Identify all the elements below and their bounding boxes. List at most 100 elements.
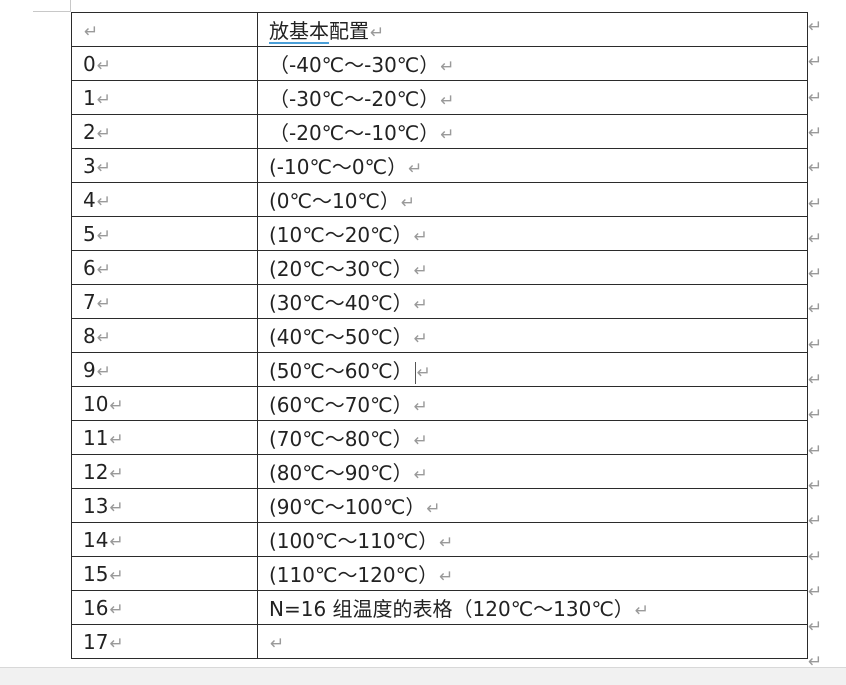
table-row: 15↵ (110℃～120℃）↵: [71, 556, 808, 591]
table-cell[interactable]: 8↵: [71, 318, 258, 353]
table-row: 5↵ (10℃～20℃）↵: [71, 216, 808, 251]
paragraph-mark-icon: ↵: [440, 57, 455, 77]
table-cell[interactable]: 10↵: [71, 386, 258, 421]
row-end-mark-icon: ↵: [808, 617, 823, 638]
paragraph-mark-icon: ↵: [96, 361, 111, 382]
row-index: 10: [83, 391, 109, 416]
row-end-mark-icon: ↵: [808, 122, 823, 143]
temperature-range: (110℃～120℃）: [269, 563, 439, 587]
table-cell[interactable]: 2↵: [71, 114, 258, 149]
table-cell[interactable]: 放基本配置↵: [257, 12, 808, 47]
row-end-mark-icon: ↵: [808, 475, 823, 496]
table-row: 17↵ ↵: [71, 624, 808, 659]
table-cell[interactable]: 14↵: [71, 522, 258, 557]
table-cell[interactable]: 1↵: [71, 80, 258, 115]
row-index: 11: [83, 425, 109, 450]
table-cell[interactable]: (110℃～120℃）↵: [257, 556, 808, 591]
paragraph-mark-icon: ↵: [400, 193, 416, 213]
paragraph-mark-icon: ↵: [84, 21, 99, 42]
header-title-rest: 配置: [329, 19, 369, 43]
temperature-range: (0℃～10℃）: [269, 189, 400, 213]
row-end-mark-icon: ↵: [808, 158, 823, 179]
table-cell[interactable]: (20℃～30℃）↵: [257, 250, 808, 285]
table-row: 6↵ (20℃～30℃）↵: [71, 250, 808, 285]
table-row: 10↵ (60℃～70℃）↵: [71, 386, 808, 421]
temperature-range: (80℃～90℃）: [269, 461, 413, 485]
table-cell[interactable]: ↵: [71, 12, 258, 47]
table-cell[interactable]: 12↵: [71, 454, 258, 489]
temperature-range: （-40℃～-30℃）: [269, 53, 440, 77]
paragraph-mark-icon: ↵: [413, 295, 428, 315]
row-index: 5: [83, 221, 96, 246]
temperature-range: (-10℃～0℃）: [269, 155, 408, 179]
table-cell[interactable]: (-10℃～0℃）↵: [257, 148, 808, 183]
row-index: 4: [83, 187, 96, 212]
table-cell[interactable]: (80℃～90℃）↵: [257, 454, 808, 489]
table-cell[interactable]: 0↵: [71, 46, 258, 81]
table-cell[interactable]: 3↵: [71, 148, 258, 183]
row-end-mark-icon: ↵: [808, 581, 823, 602]
table-cell[interactable]: (70℃～80℃）↵: [257, 420, 808, 455]
row-index: 16: [83, 595, 109, 620]
table-cell[interactable]: (90℃～100℃）↵: [257, 488, 808, 523]
document-page: ↵ 放基本配置↵ 0↵ （-40℃～-30℃）↵ 1↵ （-30℃～-20℃）↵ 2↵ （…: [0, 0, 846, 685]
temperature-table: ↵ 放基本配置↵ 0↵ （-40℃～-30℃）↵ 1↵ （-30℃～-20℃）↵ 2↵ （…: [71, 12, 808, 659]
table-row: 0↵ （-40℃～-30℃）↵: [71, 46, 808, 81]
table-cell[interactable]: 5↵: [71, 216, 258, 251]
table-cell[interactable]: （-20℃～-10℃）↵: [257, 114, 808, 149]
paragraph-mark-icon: ↵: [109, 531, 124, 552]
table-cell[interactable]: (60℃～70℃）↵: [257, 386, 808, 421]
row-end-mark-icon: ↵: [808, 440, 823, 461]
horizontal-scrollbar[interactable]: [0, 667, 846, 685]
table-cell[interactable]: (40℃～50℃）↵: [257, 318, 808, 353]
table-cell[interactable]: (0℃～10℃）↵: [257, 182, 808, 217]
row-index: 6: [83, 255, 96, 280]
table-row: 4↵ (0℃～10℃）↵: [71, 182, 808, 217]
table-cell[interactable]: 11↵: [71, 420, 258, 455]
paragraph-mark-icon: ↵: [96, 259, 111, 280]
table-cell[interactable]: 17↵: [71, 624, 258, 659]
row-end-mark-icon: ↵: [808, 511, 823, 532]
margin-corner-mark-vertical: [70, 0, 71, 12]
table-row: 11↵ (70℃～80℃）↵: [71, 420, 808, 455]
table-cell[interactable]: 13↵: [71, 488, 258, 523]
table-row: 9↵ (50℃～60℃） ↵: [71, 352, 808, 387]
paragraph-mark-icon: ↵: [109, 599, 124, 620]
margin-corner-mark: [33, 11, 71, 12]
table-cell[interactable]: (100℃～110℃）↵: [257, 522, 808, 557]
paragraph-mark-icon: ↵: [413, 227, 428, 247]
table-cell[interactable]: (30℃～40℃）↵: [257, 284, 808, 319]
table-cell[interactable]: (50℃～60℃） ↵: [257, 352, 808, 387]
table-cell[interactable]: 4↵: [71, 182, 258, 217]
temperature-range: (10℃～20℃）: [269, 223, 413, 247]
row-end-mark-icon: ↵: [808, 264, 823, 285]
paragraph-mark-icon: ↵: [109, 497, 124, 518]
table-cell[interactable]: 16↵: [71, 590, 258, 625]
row-end-mark-icon: ↵: [808, 17, 823, 37]
table-cell[interactable]: （-40℃～-30℃）↵: [257, 46, 808, 81]
row-end-mark-icon: ↵: [808, 405, 823, 426]
table-row: 3↵ (-10℃～0℃）↵: [71, 148, 808, 183]
table-cell[interactable]: 6↵: [71, 250, 258, 285]
table-cell[interactable]: N=16 组温度的表格（120℃～130℃）↵: [257, 590, 808, 625]
paragraph-mark-icon: ↵: [109, 395, 124, 416]
paragraph-mark-icon: ↵: [96, 55, 111, 76]
table-cell[interactable]: 7↵: [71, 284, 258, 319]
paragraph-mark-icon: ↵: [96, 327, 111, 348]
temperature-range: (60℃～70℃）: [269, 393, 413, 417]
table-cell[interactable]: ↵: [257, 624, 808, 659]
table-row: 13↵ (90℃～100℃）↵: [71, 488, 808, 523]
paragraph-mark-icon: ↵: [634, 601, 650, 621]
paragraph-mark-icon: ↵: [439, 533, 454, 553]
temperature-range: N=16 组温度的表格（120℃～130℃）: [269, 597, 634, 621]
temperature-range: (50℃～60℃）: [269, 359, 413, 383]
table-cell[interactable]: 15↵: [71, 556, 258, 591]
row-end-mark-icon: ↵: [808, 228, 823, 249]
table-cell[interactable]: (10℃～20℃）↵: [257, 216, 808, 251]
paragraph-mark-icon: ↵: [96, 157, 111, 178]
temperature-range: (20℃～30℃）: [269, 257, 413, 281]
table-row: 16↵ N=16 组温度的表格（120℃～130℃）↵: [71, 590, 808, 625]
table-cell[interactable]: （-30℃～-20℃）↵: [257, 80, 808, 115]
table-cell[interactable]: 9↵: [71, 352, 258, 387]
paragraph-mark-icon: ↵: [413, 261, 428, 281]
